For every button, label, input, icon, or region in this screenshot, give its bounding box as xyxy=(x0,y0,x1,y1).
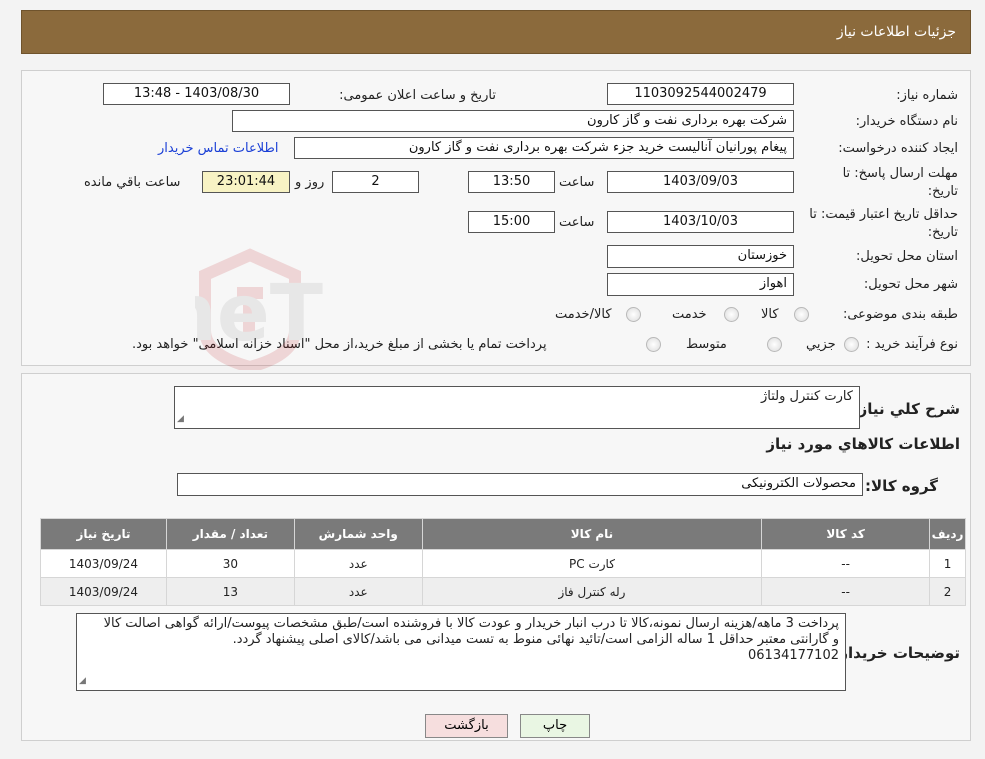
treasury-payment-checkbox[interactable] xyxy=(646,337,661,352)
print-button[interactable]: چاپ xyxy=(520,714,590,738)
price-validity-label-line2: تاریخ: xyxy=(927,225,958,240)
need-details-panel: شرح کلي نیاز: کارت کنترل ولتاژ ◢ اطلاعات… xyxy=(21,373,971,741)
col-goods-code: کد کالا xyxy=(761,518,931,550)
category-goods-service-radio[interactable] xyxy=(626,307,641,322)
unit: عدد xyxy=(293,577,423,606)
request-creator-field: پیغام پورانیان آنالیست خرید جزء شرکت بهر… xyxy=(294,137,794,159)
remaining-time-label: ساعت باقي مانده xyxy=(84,175,181,190)
delivery-city-label: شهر محل تحویل: xyxy=(863,277,958,292)
quantity: 13 xyxy=(165,577,295,606)
delivery-city-field: اهواز xyxy=(607,273,794,296)
category-service-label: خدمت xyxy=(672,307,707,322)
resize-grip-icon[interactable]: ◢ xyxy=(79,673,86,689)
days-label: روز و xyxy=(295,175,325,190)
col-goods-name: نام کالا xyxy=(421,518,763,550)
need-number-field: 1103092544002479 xyxy=(607,83,794,105)
delivery-province-field: خوزستان xyxy=(607,245,794,268)
deadline-time-field: 13:50 xyxy=(468,171,555,193)
col-quantity: تعداد / مقدار xyxy=(165,518,295,550)
buyer-contact-link[interactable]: اطلاعات تماس خریدار xyxy=(158,141,278,156)
deadline-date-field: 1403/09/03 xyxy=(607,171,794,193)
deadline-time-label: ساعت xyxy=(559,175,595,190)
summary-label: شرح کلي نیاز: xyxy=(852,400,960,418)
page-title: جزئیات اطلاعات نیاز xyxy=(836,24,956,40)
col-unit: واحد شمارش xyxy=(293,518,423,550)
price-validity-label-line1: حداقل تاریخ اعتبار قیمت: تا xyxy=(809,207,958,222)
unit: عدد xyxy=(293,549,423,578)
remaining-days-field: 2 xyxy=(332,171,419,193)
process-minor-label: جزیي xyxy=(806,337,836,352)
announce-date-field: 1403/08/30 - 13:48 xyxy=(103,83,290,105)
goods-group-field: محصولات الکترونیکی xyxy=(177,473,863,496)
process-minor-radio[interactable] xyxy=(844,337,859,352)
goods-group-label: گروه کالا: xyxy=(865,477,938,495)
process-medium-radio[interactable] xyxy=(767,337,782,352)
delivery-province-label: استان محل تحویل: xyxy=(856,249,958,264)
buyer-notes-text: پرداخت 3 ماهه/هزینه ارسال نمونه،کالا تا … xyxy=(103,616,839,647)
page-header: جزئیات اطلاعات نیاز xyxy=(21,10,971,54)
table-row: 2 -- رله کنترل فاز عدد 13 1403/09/24 xyxy=(40,577,966,606)
price-validity-date-field: 1403/10/03 xyxy=(607,211,794,233)
price-validity-time-field: 15:00 xyxy=(468,211,555,233)
goods-info-heading: اطلاعات کالاهاي مورد نياز xyxy=(766,435,960,453)
treasury-payment-note: پرداخت تمام یا بخشی از مبلغ خرید،از محل … xyxy=(132,337,547,352)
summary-textarea: کارت کنترل ولتاژ ◢ xyxy=(174,386,860,429)
goods-table: رديف کد کالا نام کالا واحد شمارش تعداد /… xyxy=(40,518,966,606)
row-number: 1 xyxy=(929,549,966,578)
quantity: 30 xyxy=(165,549,295,578)
goods-table-header: رديف کد کالا نام کالا واحد شمارش تعداد /… xyxy=(40,518,966,550)
buyer-org-label: نام دستگاه خریدار: xyxy=(855,114,958,129)
table-row: 1 -- کارت PC عدد 30 1403/09/24 xyxy=(40,549,966,578)
resize-grip-icon[interactable]: ◢ xyxy=(177,411,184,427)
process-medium-label: متوسط xyxy=(686,337,727,352)
category-goods-service-label: کالا/خدمت xyxy=(555,307,612,322)
buyer-phone: 06134177102 xyxy=(748,648,839,663)
deadline-label-line1: مهلت ارسال پاسخ: تا xyxy=(842,166,958,181)
back-button[interactable]: بازگشت xyxy=(425,714,508,738)
need-date: 1403/09/24 xyxy=(40,577,167,606)
purchase-process-label: نوع فرآیند خرید : xyxy=(866,337,958,352)
price-validity-time-label: ساعت xyxy=(559,215,595,230)
buyer-notes-textarea: پرداخت 3 ماهه/هزینه ارسال نمونه،کالا تا … xyxy=(76,613,846,691)
col-row-number: رديف xyxy=(929,518,966,550)
row-number: 2 xyxy=(929,577,966,606)
need-number-label: شماره نیاز: xyxy=(896,88,958,103)
buyer-notes-label: توضیحات خریدار: xyxy=(833,644,960,662)
goods-code: -- xyxy=(761,577,931,606)
category-goods-label: کالا xyxy=(761,307,779,322)
announce-date-label: تاریخ و ساعت اعلان عمومی: xyxy=(339,88,496,103)
category-goods-radio[interactable] xyxy=(794,307,809,322)
category-service-radio[interactable] xyxy=(724,307,739,322)
deadline-label-line2: تاریخ: xyxy=(927,184,958,199)
summary-text: کارت کنترل ولتاژ xyxy=(761,389,853,404)
subject-category-label: طبقه بندی موضوعی: xyxy=(842,307,958,322)
goods-name: کارت PC xyxy=(421,549,763,578)
need-date: 1403/09/24 xyxy=(40,549,167,578)
need-info-panel: شماره نیاز: 1103092544002479 تاریخ و ساع… xyxy=(21,70,971,366)
request-creator-label: ایجاد کننده درخواست: xyxy=(838,141,958,156)
goods-code: -- xyxy=(761,549,931,578)
goods-name: رله کنترل فاز xyxy=(421,577,763,606)
buyer-org-field: شرکت بهره برداری نفت و گاز کارون xyxy=(232,110,794,132)
col-need-date: تاریخ نیاز xyxy=(40,518,167,550)
remaining-time-field: 23:01:44 xyxy=(202,171,290,193)
